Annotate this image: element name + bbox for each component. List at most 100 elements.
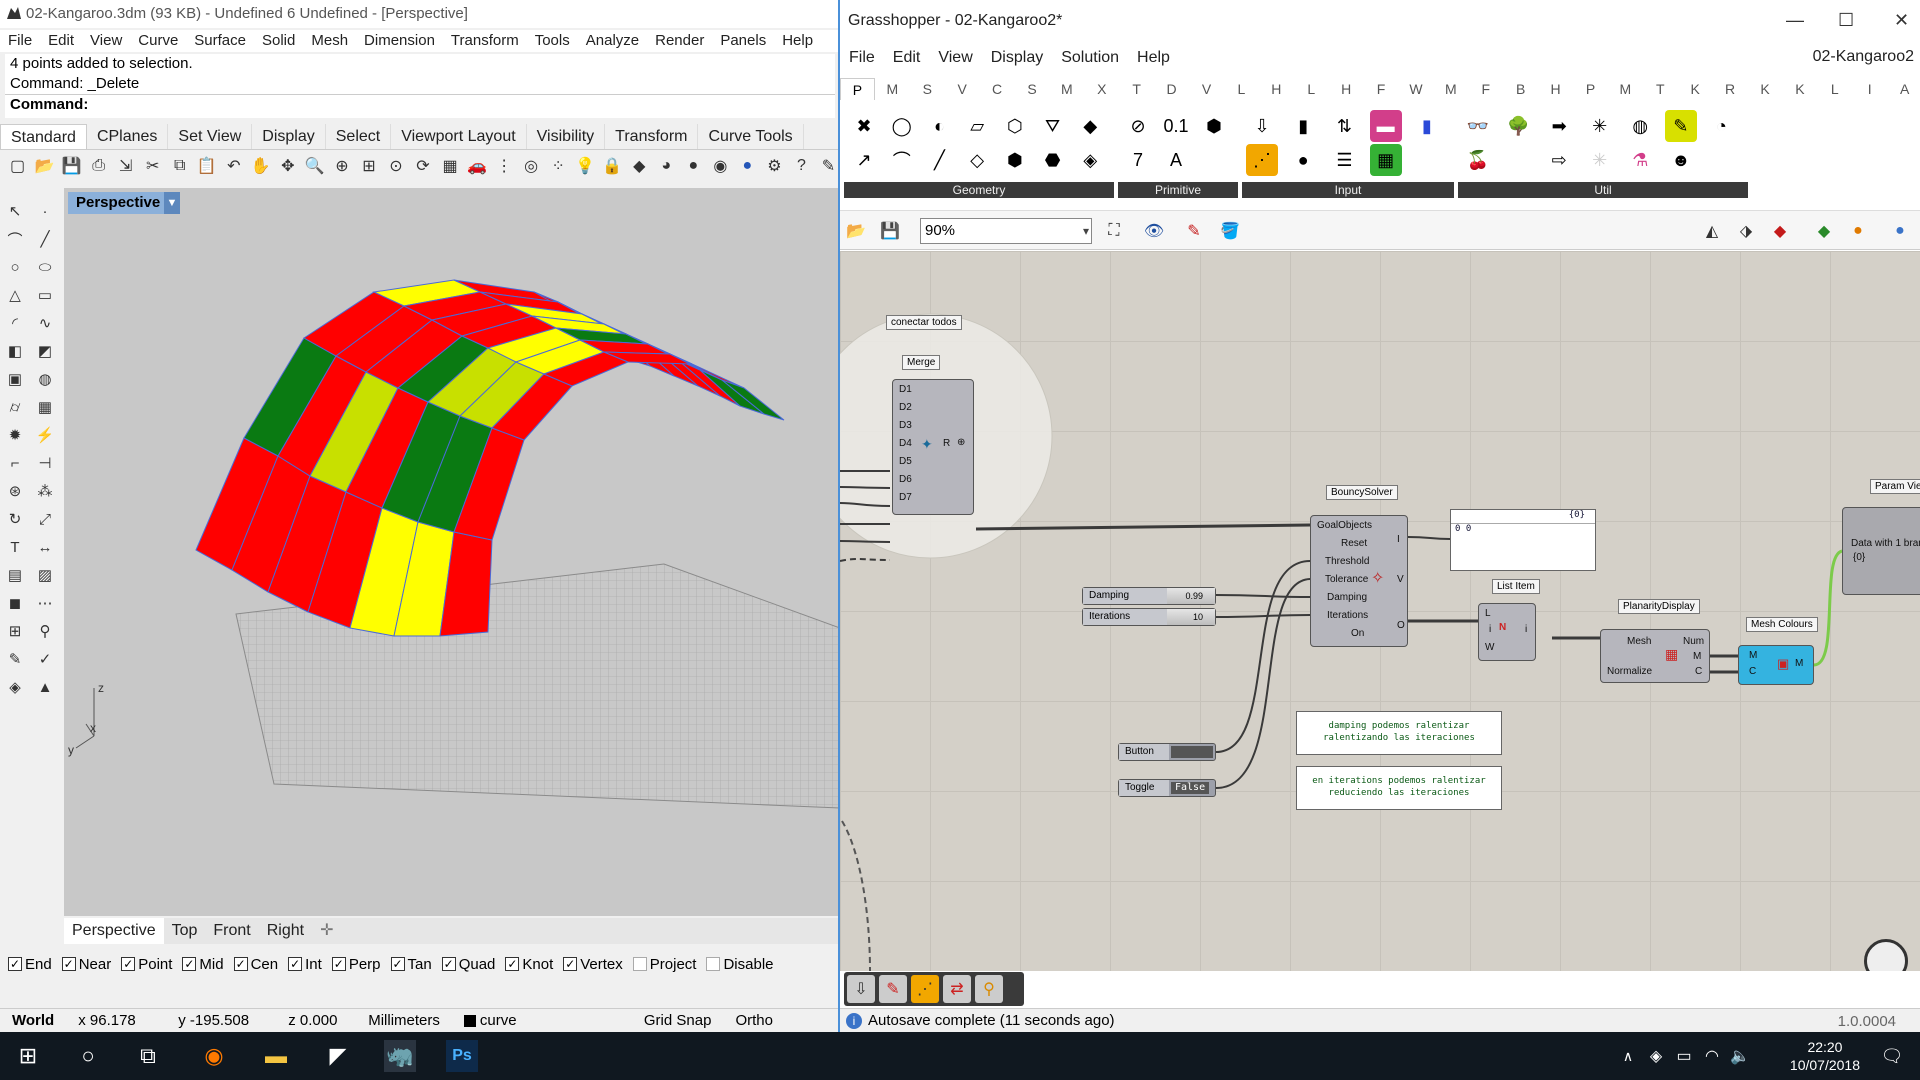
zoom-icon[interactable]: 🔍 (303, 154, 326, 178)
rhino-menu-item-2[interactable]: View (82, 30, 130, 52)
sketch-icon[interactable]: ✎ (1182, 219, 1206, 243)
osnap-checkbox[interactable]: ✓ (390, 957, 405, 971)
polyline-icon[interactable]: ⌒ (2, 226, 28, 252)
gh-category-tab-18[interactable]: F (1468, 78, 1503, 100)
reset-button-component[interactable]: Button (1118, 743, 1216, 761)
panel-input-icon[interactable]: ▮ (1411, 110, 1443, 142)
planarity-output-c[interactable]: C (1695, 666, 1702, 677)
osnap-checkbox[interactable]: ✓ (8, 957, 22, 971)
solver-output-v[interactable]: V (1397, 574, 1404, 585)
gh-category-tab-1[interactable]: M (875, 78, 910, 100)
layer-indicator[interactable]: curve (452, 1012, 632, 1029)
gh-category-tab-12[interactable]: H (1259, 78, 1294, 100)
windows-start-icon[interactable]: ⊞ (12, 1040, 44, 1072)
new-file-icon[interactable]: ▢ (6, 154, 29, 178)
osnap-3[interactable]: ✓ Mid (182, 956, 224, 973)
rhino-menu-item-1[interactable]: Edit (40, 30, 82, 52)
integer-param-icon[interactable]: 7 (1122, 144, 1154, 176)
rhino-menu-item-11[interactable]: Render (647, 30, 712, 52)
fillet-icon[interactable]: ⌐ (2, 450, 28, 476)
solver-input-tolerance[interactable]: Tolerance (1325, 574, 1368, 585)
rhino-menu-item-6[interactable]: Mesh (303, 30, 356, 52)
gh-category-tab-19[interactable]: B (1503, 78, 1538, 100)
text-icon[interactable]: T (2, 534, 28, 560)
osnap-5[interactable]: ✓ Int (288, 956, 322, 973)
wire-display-icon[interactable]: ⇄ (943, 975, 971, 1003)
gh-category-tab-27[interactable]: K (1782, 78, 1817, 100)
volume-icon[interactable]: 🔈 (1724, 1040, 1756, 1072)
gh-category-tab-3[interactable]: V (945, 78, 980, 100)
circle-icon[interactable]: ○ (2, 254, 28, 280)
system-clock[interactable]: 22:20 10/07/2018 (1790, 1038, 1860, 1074)
ribbon-group-label[interactable]: Geometry (844, 182, 1114, 198)
merge-output-expand-icon[interactable]: ⊕ (957, 437, 965, 448)
render-icon[interactable]: ◈ (2, 674, 28, 700)
list-item-input-w[interactable]: W (1485, 642, 1494, 653)
gh-category-tab-21[interactable]: P (1573, 78, 1608, 100)
osnap-checkbox[interactable] (706, 957, 721, 971)
arrow-outline-icon[interactable]: ⇨ (1543, 144, 1575, 176)
solid-tools-icon[interactable]: ◼ (2, 590, 28, 616)
blue-sphere-icon[interactable]: ● (736, 154, 759, 178)
rhino-toolbar-tab-6[interactable]: Visibility (527, 124, 606, 149)
edit-icon[interactable]: ✎ (2, 646, 28, 672)
osnap-checkbox[interactable]: ✓ (441, 957, 456, 971)
gh-category-tab-17[interactable]: M (1433, 78, 1468, 100)
command-area[interactable]: 4 points added to selection. Command: _D… (5, 54, 835, 118)
merge-input-d5[interactable]: D5 (899, 456, 912, 467)
bucket-icon[interactable]: 🪣 (1218, 219, 1242, 243)
merge-input-d3[interactable]: D3 (899, 420, 912, 431)
arrow-right-icon[interactable]: ➡ (1543, 110, 1575, 142)
material-icon[interactable]: ▲ (32, 674, 58, 700)
transform-param-icon[interactable]: ◈ (1074, 144, 1106, 176)
viewport-tab-3[interactable]: Right (259, 918, 312, 944)
perspective-viewport[interactable]: z x y (64, 188, 840, 916)
dimension-icon[interactable]: ↔ (32, 534, 58, 560)
gh-category-tab-28[interactable]: L (1817, 78, 1852, 100)
rhino-menu-item-0[interactable]: File (0, 30, 40, 52)
merge-input-d4[interactable]: D4 (899, 438, 912, 449)
list-item-component[interactable]: L i W N i (1478, 603, 1536, 661)
panda-icon[interactable]: ☻ (1665, 144, 1697, 176)
grid-icon[interactable]: ⋮ (493, 154, 516, 178)
rhino-toolbar-tab-8[interactable]: Curve Tools (698, 124, 804, 149)
gh-category-tab-8[interactable]: T (1119, 78, 1154, 100)
gh-category-tab-25[interactable]: R (1713, 78, 1748, 100)
gh-menu-item-3[interactable]: Display (982, 46, 1052, 70)
list-input-icon[interactable]: ⇅ (1328, 110, 1360, 142)
mesh-quality-icon[interactable]: ● (1888, 219, 1912, 243)
polygon-icon[interactable]: △ (2, 282, 28, 308)
iterations-slider-value[interactable]: 10 (1167, 609, 1215, 625)
boolean-param-icon[interactable]: ⊘ (1122, 110, 1154, 142)
osnap-11[interactable]: Project (632, 956, 696, 973)
curve-param-icon[interactable]: ⌒ (886, 144, 918, 176)
text-param-icon[interactable]: A (1160, 144, 1192, 176)
render-sphere-icon[interactable]: ● (682, 154, 705, 178)
box-param-icon[interactable]: ⬡ (999, 110, 1031, 142)
arc-param-icon[interactable]: ◐ (923, 110, 955, 142)
gh-menu-item-4[interactable]: Solution (1052, 46, 1128, 70)
gh-category-tab-11[interactable]: L (1224, 78, 1259, 100)
gh-category-tab-20[interactable]: H (1538, 78, 1573, 100)
gh-category-tab-24[interactable]: K (1678, 78, 1713, 100)
points-icon[interactable]: ⁘ (547, 154, 570, 178)
mesh-icon[interactable]: ▦ (32, 394, 58, 420)
osnap-checkbox[interactable] (632, 957, 647, 971)
osnap-checkbox[interactable]: ✓ (233, 957, 248, 971)
planarity-output-m[interactable]: M (1693, 651, 1701, 662)
merge-input-d7[interactable]: D7 (899, 492, 912, 503)
gh-menu-item-5[interactable]: Help (1128, 46, 1179, 70)
osnap-checkbox[interactable]: ✓ (61, 957, 76, 971)
pencil-icon[interactable]: ✎ (817, 154, 840, 178)
gh-category-tab-7[interactable]: X (1084, 78, 1119, 100)
planarity-input-mesh[interactable]: Mesh (1627, 636, 1651, 647)
preview-eye-icon[interactable]: 👁 (1142, 219, 1166, 243)
gh-menu-item-2[interactable]: View (929, 46, 981, 70)
gh-canvas[interactable]: conectar todos Merge D1 D2 D3 D4 D5 D6 D… (840, 251, 1920, 971)
osnap-checkbox[interactable]: ✓ (331, 957, 346, 971)
osnap-checkbox[interactable]: ✓ (182, 957, 197, 971)
rhino-menu-item-9[interactable]: Tools (527, 30, 578, 52)
pencil-util-icon[interactable]: ✎ (1664, 110, 1697, 142)
merge-input-d6[interactable]: D6 (899, 474, 912, 485)
rhino-toolbar-tab-5[interactable]: Viewport Layout (391, 124, 527, 149)
